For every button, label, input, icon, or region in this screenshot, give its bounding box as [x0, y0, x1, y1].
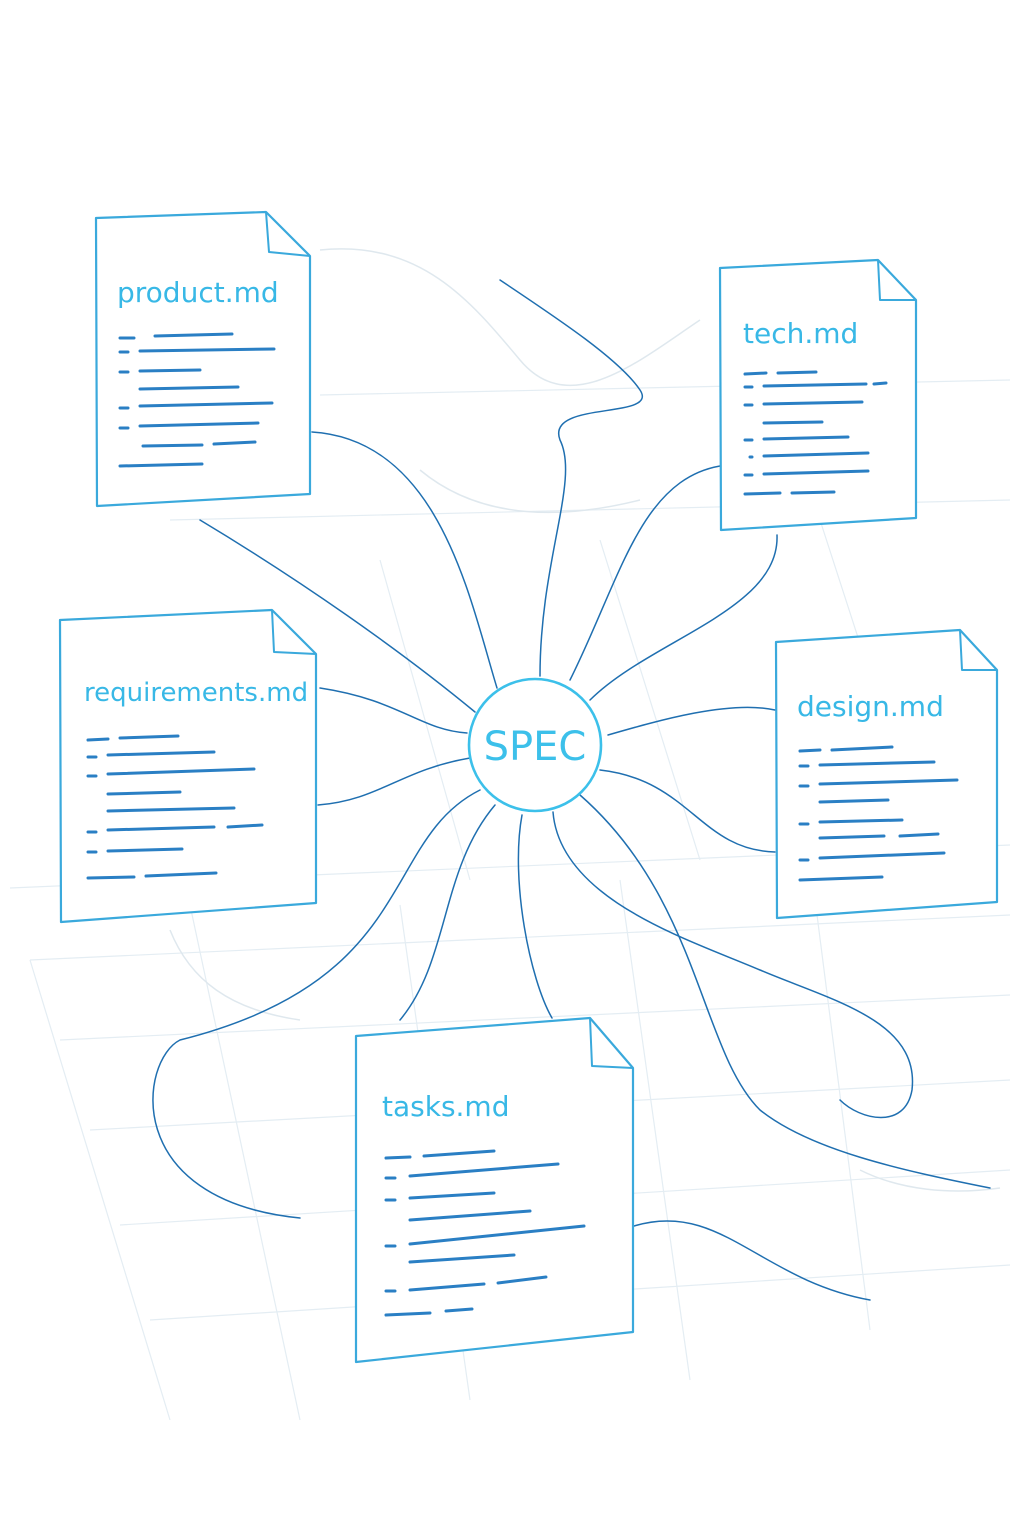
- text-line: [141, 443, 204, 448]
- text-line: [872, 381, 888, 386]
- text-line: [226, 823, 264, 829]
- document-tasks: tasks.md: [354, 1016, 635, 1364]
- text-line: [138, 368, 202, 373]
- document-design: design.md: [774, 628, 999, 920]
- text-line: [153, 332, 234, 338]
- text-line: [762, 420, 824, 425]
- document-page: [94, 210, 312, 508]
- document-title: product.md: [117, 276, 279, 309]
- text-line: [106, 847, 184, 853]
- document-title: design.md: [797, 690, 944, 723]
- text-line: [818, 834, 886, 840]
- text-line: [818, 818, 904, 824]
- text-line: [106, 790, 182, 796]
- text-line: [118, 462, 204, 468]
- spec-diagram: product.md tech.md requirements.md design.m…: [9, 210, 1011, 1421]
- text-line: [86, 737, 110, 742]
- spec-hub: SPEC: [467, 677, 603, 813]
- text-line: [212, 440, 257, 446]
- hub-label: SPEC: [484, 724, 587, 770]
- document-title: requirements.md: [84, 678, 308, 708]
- text-line: [138, 385, 240, 391]
- text-line: [743, 491, 782, 496]
- document-product: product.md: [94, 210, 312, 508]
- text-line: [138, 347, 276, 353]
- text-line: [762, 382, 868, 388]
- text-line: [384, 1311, 432, 1317]
- text-line: [790, 490, 836, 495]
- text-line: [444, 1307, 474, 1313]
- text-line: [818, 798, 890, 804]
- document-title: tasks.md: [382, 1090, 509, 1123]
- document-tech: tech.md: [718, 258, 918, 532]
- text-line: [776, 370, 818, 375]
- text-line: [762, 400, 864, 406]
- text-line: [86, 875, 136, 880]
- document-requirements: requirements.md: [58, 608, 318, 924]
- text-line: [762, 435, 850, 441]
- text-line: [118, 734, 180, 740]
- document-page: [354, 1016, 635, 1364]
- text-line: [743, 371, 768, 376]
- document-page: [774, 628, 999, 920]
- text-line: [798, 748, 822, 753]
- text-line: [898, 832, 940, 838]
- document-title: tech.md: [743, 317, 858, 350]
- text-line: [384, 1155, 412, 1160]
